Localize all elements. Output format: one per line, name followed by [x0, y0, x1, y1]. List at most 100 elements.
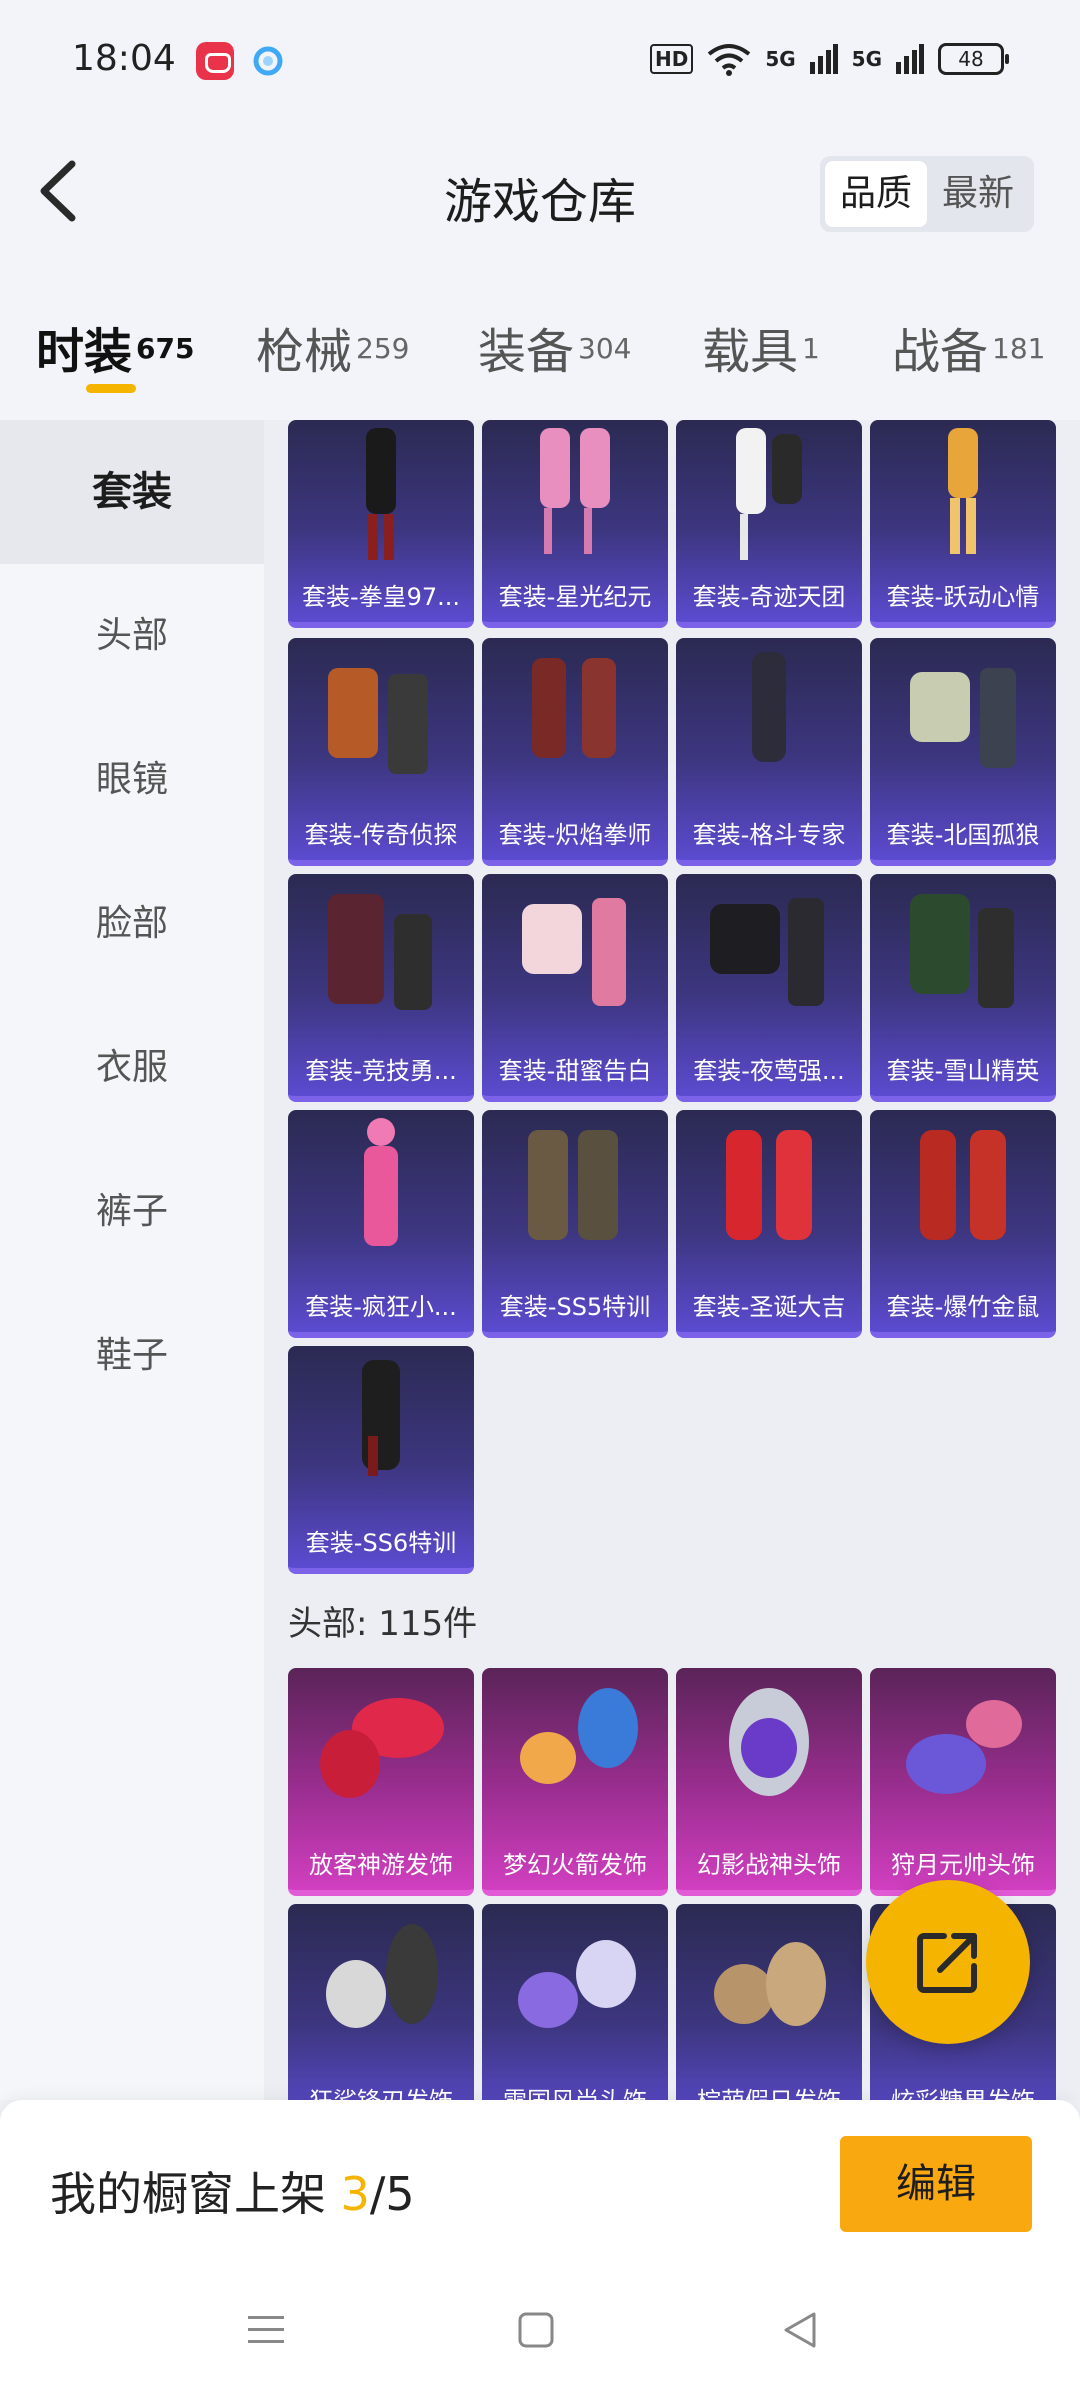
item-card[interactable]: 棕萌假日发饰: [676, 1904, 862, 2100]
item-card[interactable]: 狩月元帅头饰: [870, 1668, 1056, 1896]
item-card[interactable]: 套装-格斗专家: [676, 638, 862, 866]
sidebar-item-suit[interactable]: 套装: [0, 420, 264, 564]
hair-accessory-image: [320, 1698, 444, 1798]
tab-fashion[interactable]: 时装 675: [36, 312, 194, 382]
item-grid: 套装-拳皇97... 套装-星光纪元 套装-奇迹天团 套装-跃动心情 套装-传奇…: [264, 420, 1080, 2100]
item-card[interactable]: 套装-SS6特训: [288, 1346, 474, 1574]
outfit-image: [540, 428, 610, 554]
edit-button[interactable]: 编辑: [840, 2136, 1032, 2232]
outfit-image: [726, 1130, 812, 1240]
tab-label: 枪械: [256, 324, 353, 380]
item-card[interactable]: 套装-跃动心情: [870, 420, 1056, 628]
item-card[interactable]: 狂鲨锋刃发饰: [288, 1904, 474, 2100]
tab-count: 1: [802, 331, 820, 365]
item-card[interactable]: 套装-爆竹金鼠: [870, 1110, 1056, 1338]
signal-5g-icon: 5G: [765, 47, 796, 71]
item-name: 套装-SS5特训: [499, 1293, 651, 1321]
tab-count: 259: [356, 331, 410, 365]
item-card[interactable]: 套装-星光纪元: [482, 420, 668, 628]
item-card[interactable]: 套装-圣诞大吉: [676, 1110, 862, 1338]
item-card[interactable]: 套装-甜蜜告白: [482, 874, 668, 1102]
sort-newest-button[interactable]: 最新: [927, 161, 1029, 227]
item-name: 套装-炽焰拳师: [498, 821, 652, 849]
tab-label: 装备: [478, 324, 575, 380]
item-card[interactable]: 幻影战神头饰: [676, 1668, 862, 1896]
item-card[interactable]: 套装-疯狂小...: [288, 1110, 474, 1338]
sidebar-item-clothes[interactable]: 衣服: [0, 996, 264, 1140]
share-icon: [917, 1933, 977, 1993]
outfit-image: [522, 898, 626, 1006]
outfit-image: [528, 1130, 618, 1240]
sidebar-item-glasses[interactable]: 眼镜: [0, 708, 264, 852]
sidebar-item-head[interactable]: 头部: [0, 564, 264, 708]
item-name: 套装-夜莺强...: [693, 1057, 845, 1085]
sidebar-item-pants[interactable]: 裤子: [0, 1140, 264, 1284]
share-button[interactable]: [866, 1880, 1030, 2044]
tab-label: 战备: [892, 324, 989, 380]
item-name: 狩月元帅头饰: [891, 1851, 1035, 1879]
tab-count: 304: [578, 331, 632, 365]
item-card[interactable]: 套装-炽焰拳师: [482, 638, 668, 866]
item-card[interactable]: 套装-竞技勇...: [288, 874, 474, 1102]
tab-guns[interactable]: 枪械 259: [256, 312, 409, 382]
sidebar-item-face[interactable]: 脸部: [0, 852, 264, 996]
hat-image: [906, 1700, 1022, 1794]
item-name: 套装-奇迹天团: [692, 583, 846, 611]
outfit-image: [752, 652, 786, 762]
item-name: 套装-跃动心情: [886, 583, 1040, 611]
sidebar: 套装 头部 眼镜 脸部 衣服 裤子 鞋子: [0, 420, 264, 2100]
item-card[interactable]: 梦幻火箭发饰: [482, 1668, 668, 1896]
system-nav-bar: [0, 2270, 1080, 2400]
tab-equipment[interactable]: 装备 304: [478, 312, 631, 382]
item-name: 套装-拳皇97...: [301, 583, 461, 611]
qq-notification-icon: [253, 46, 283, 76]
item-name: 棕萌假日发饰: [676, 2081, 862, 2100]
home-icon[interactable]: [516, 2310, 556, 2350]
item-name: 套装-SS6特训: [305, 1529, 457, 1557]
outfit-image: [532, 658, 616, 758]
outfit-image: [920, 1130, 1006, 1240]
item-name: 套装-格斗专家: [692, 821, 846, 849]
item-card[interactable]: 套装-SS5特训: [482, 1110, 668, 1338]
sort-toggle: 品质 最新: [820, 156, 1034, 232]
sort-quality-button[interactable]: 品质: [825, 161, 927, 227]
hair-accessory-image: [326, 1924, 438, 2028]
item-name: 狂鲨锋刃发饰: [288, 2081, 474, 2100]
item-name: 套装-疯狂小...: [305, 1293, 457, 1321]
tab-supplies[interactable]: 战备 181: [892, 312, 1045, 382]
item-name: 放客神游发饰: [309, 1851, 453, 1879]
hd-icon: HD: [649, 44, 694, 74]
status-time: 18:04: [72, 38, 176, 79]
item-card[interactable]: 套装-拳皇97...: [288, 420, 474, 628]
item-card[interactable]: 套装-北国孤狼: [870, 638, 1056, 866]
head-section-title: 头部: 115件: [288, 1604, 478, 1644]
wifi-icon: [708, 44, 751, 76]
item-card[interactable]: 套装-雪山精英: [870, 874, 1056, 1102]
menu-icon[interactable]: [246, 2310, 286, 2350]
signal-bars-icon-2: [896, 44, 924, 74]
item-name: 套装-竞技勇...: [305, 1057, 457, 1085]
item-card[interactable]: 放客神游发饰: [288, 1668, 474, 1896]
item-name: 炫彩糖果发饰: [870, 2081, 1056, 2100]
tab-vehicles[interactable]: 载具 1: [702, 312, 820, 382]
item-name: 套装-甜蜜告白: [498, 1057, 652, 1085]
item-name: 套装-圣诞大吉: [692, 1293, 846, 1321]
header: 游戏仓库 品质 最新: [0, 120, 1080, 260]
outfit-image: [736, 428, 802, 560]
outfit-image: [710, 898, 824, 1006]
item-card[interactable]: 套装-传奇侦探: [288, 638, 474, 866]
hair-accessory-image: [714, 1942, 826, 2026]
category-tabs: 时装 675 枪械 259 装备 304 载具 1 战备 181: [0, 260, 1080, 420]
item-card[interactable]: 套装-奇迹天团: [676, 420, 862, 628]
item-card[interactable]: 套装-夜莺强...: [676, 874, 862, 1102]
item-name: 套装-传奇侦探: [304, 821, 458, 849]
tab-count: 675: [136, 331, 195, 365]
showcase-label: 我的橱窗上架: [50, 2167, 341, 2221]
showcase-status: 我的橱窗上架 3/5: [50, 2158, 415, 2224]
outfit-image: [366, 428, 396, 560]
item-name: 雪国风尚头饰: [482, 2081, 668, 2100]
triangle-back-icon[interactable]: [780, 2310, 820, 2350]
item-card[interactable]: 雪国风尚头饰: [482, 1904, 668, 2100]
sidebar-item-shoes[interactable]: 鞋子: [0, 1284, 264, 1428]
outfit-image: [364, 1118, 398, 1246]
